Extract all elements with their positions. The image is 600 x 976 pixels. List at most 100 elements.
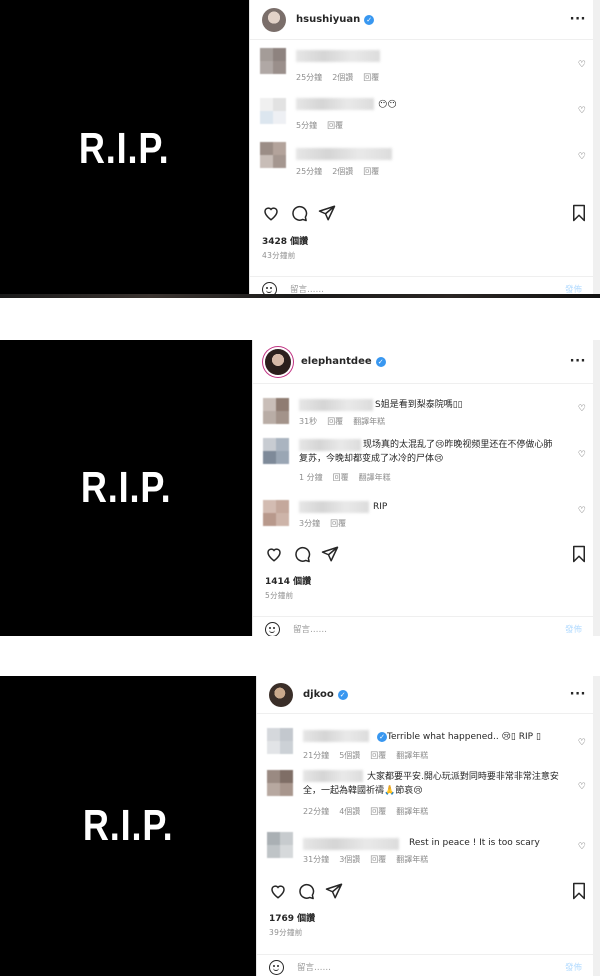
blurred-username (303, 770, 363, 782)
more-icon[interactable]: ··· (570, 12, 586, 27)
comment-icon[interactable] (290, 204, 308, 222)
share-icon[interactable] (325, 882, 343, 900)
heart-icon[interactable]: ♡ (578, 842, 586, 852)
comment-input[interactable]: 留言…… (297, 961, 331, 973)
emoji-icon[interactable] (265, 622, 280, 636)
like-count[interactable]: 3428 個讚 (262, 234, 308, 247)
reply-link[interactable]: 回覆 (330, 519, 346, 528)
translate-link[interactable]: 翻譯年糕 (396, 751, 428, 760)
comment-meta: 31分鐘 3個讚 回覆 翻譯年糕 (303, 854, 438, 865)
comment-time: 31秒 (299, 417, 318, 426)
reply-link[interactable]: 回覆 (327, 417, 343, 426)
comment-time: 22分鐘 (303, 807, 330, 816)
heart-icon[interactable]: ♡ (578, 738, 586, 748)
heart-icon[interactable]: ♡ (578, 60, 586, 70)
reply-link[interactable]: 回覆 (370, 855, 386, 864)
comment-meta: 1 分鐘 回覆 翻譯年糕 (299, 472, 401, 483)
post-sidebar: hsushiyuan ✓ ··· 25分鐘 2個讚 回覆 ♡ 😶😶 5分鐘 回覆 ♡ (249, 0, 600, 298)
comment-text-line2: 复苏，今晚却都变成了冰冷的尸体😢 (299, 454, 444, 464)
comment-meta: 5分鐘 回覆 (296, 120, 353, 131)
translate-link[interactable]: 翻譯年糕 (353, 417, 385, 426)
comment-time: 5分鐘 (296, 121, 318, 130)
rip-text: R.I.P. (82, 801, 174, 850)
more-icon[interactable]: ··· (570, 354, 586, 369)
blurred-avatar (267, 728, 293, 754)
blurred-avatar (260, 48, 286, 74)
bookmark-icon[interactable] (570, 545, 588, 563)
comment-icon[interactable] (297, 882, 315, 900)
comment-meta: 22分鐘 4個讚 回覆 翻譯年糕 (303, 806, 438, 817)
blurred-username (296, 148, 392, 160)
post-time: 5分鐘前 (265, 591, 294, 600)
username[interactable]: elephantdee (301, 356, 372, 367)
like-count[interactable]: 1769 個讚 (269, 911, 315, 924)
post-button[interactable]: 發佈 (565, 961, 582, 973)
comment-likes[interactable]: 2個讚 (332, 73, 353, 82)
emoji-icon[interactable] (269, 960, 284, 975)
reply-link[interactable]: 回覆 (363, 73, 379, 82)
comment-item: 25分鐘 2個讚 回覆 ♡ (260, 142, 600, 178)
comment-text: Terrible what happened.. 😢▯ RIP ▯ (387, 732, 541, 742)
username[interactable]: djkoo (303, 689, 334, 700)
rip-text: R.I.P. (80, 463, 172, 512)
scrollbar[interactable] (593, 340, 600, 636)
heart-icon[interactable]: ♡ (578, 152, 586, 162)
blurred-username (296, 50, 380, 62)
background-strip (0, 294, 600, 298)
comment-likes[interactable]: 4個讚 (339, 807, 360, 816)
share-icon[interactable] (321, 545, 339, 563)
bookmark-icon[interactable] (570, 882, 588, 900)
share-icon[interactable] (318, 204, 336, 222)
comment-item: RIP 3分鐘 回覆 ♡ (263, 500, 600, 532)
reply-link[interactable]: 回覆 (363, 167, 379, 176)
comment-likes[interactable]: 3個讚 (339, 855, 360, 864)
comment-time: 25分鐘 (296, 73, 323, 82)
comment-icon[interactable] (293, 545, 311, 563)
post-panel-2: R.I.P. elephantdee ✓ ··· S姐是看到梨泰院嗎▯▯ 31秒… (0, 340, 600, 636)
post-header: hsushiyuan ✓ ··· (250, 0, 600, 40)
comment-item: S姐是看到梨泰院嗎▯▯ 31秒 回覆 翻譯年糕 ♡ (263, 398, 600, 430)
username[interactable]: hsushiyuan (296, 14, 360, 25)
blurred-username (299, 501, 369, 513)
scrollbar[interactable] (593, 676, 600, 976)
translate-link[interactable]: 翻譯年糕 (359, 473, 391, 482)
avatar[interactable] (262, 7, 286, 32)
post-header: elephantdee ✓ ··· (253, 340, 600, 384)
comment-likes[interactable]: 2個讚 (332, 167, 353, 176)
comment-item: 现场真的太混乱了😢昨晚视频里还在不停做心肺 复苏，今晚却都变成了冰冷的尸体😢 1… (263, 438, 600, 486)
reply-link[interactable]: 回覆 (370, 807, 386, 816)
more-icon[interactable]: ··· (570, 687, 586, 702)
add-comment-bar: 留言…… 發佈 (253, 616, 600, 636)
heart-icon[interactable]: ♡ (578, 404, 586, 414)
like-count[interactable]: 1414 個讚 (265, 574, 311, 587)
reply-link[interactable]: 回覆 (333, 473, 349, 482)
comment-item: 25分鐘 2個讚 回覆 ♡ (260, 48, 600, 82)
post-image: R.I.P. (0, 340, 252, 636)
comment-input[interactable]: 留言…… (293, 623, 327, 635)
avatar[interactable] (265, 348, 291, 375)
reply-link[interactable]: 回覆 (327, 121, 343, 130)
heart-icon[interactable] (265, 545, 283, 563)
heart-icon[interactable] (269, 882, 287, 900)
avatar[interactable] (269, 682, 293, 707)
comment-time: 21分鐘 (303, 751, 330, 760)
comment-item: 😶😶 5分鐘 回覆 ♡ (260, 98, 600, 132)
translate-link[interactable]: 翻譯年糕 (396, 855, 428, 864)
heart-icon[interactable] (262, 204, 280, 222)
blurred-avatar (267, 832, 293, 858)
scrollbar[interactable] (593, 0, 600, 298)
blurred-avatar (260, 142, 286, 168)
comment-meta: 31秒 回覆 翻譯年糕 (299, 416, 395, 427)
post-image: R.I.P. (0, 676, 256, 976)
heart-icon[interactable]: ♡ (578, 782, 586, 792)
blurred-username (303, 730, 369, 742)
comment-likes[interactable]: 5個讚 (339, 751, 360, 760)
bookmark-icon[interactable] (570, 204, 588, 222)
post-button[interactable]: 發佈 (565, 623, 582, 635)
heart-icon[interactable]: ♡ (578, 506, 586, 516)
heart-icon[interactable]: ♡ (578, 106, 586, 116)
post-panel-1: R.I.P. hsushiyuan ✓ ··· 25分鐘 2個讚 回覆 ♡ 😶😶 5… (0, 0, 600, 298)
translate-link[interactable]: 翻譯年糕 (396, 807, 428, 816)
reply-link[interactable]: 回覆 (370, 751, 386, 760)
heart-icon[interactable]: ♡ (578, 450, 586, 460)
